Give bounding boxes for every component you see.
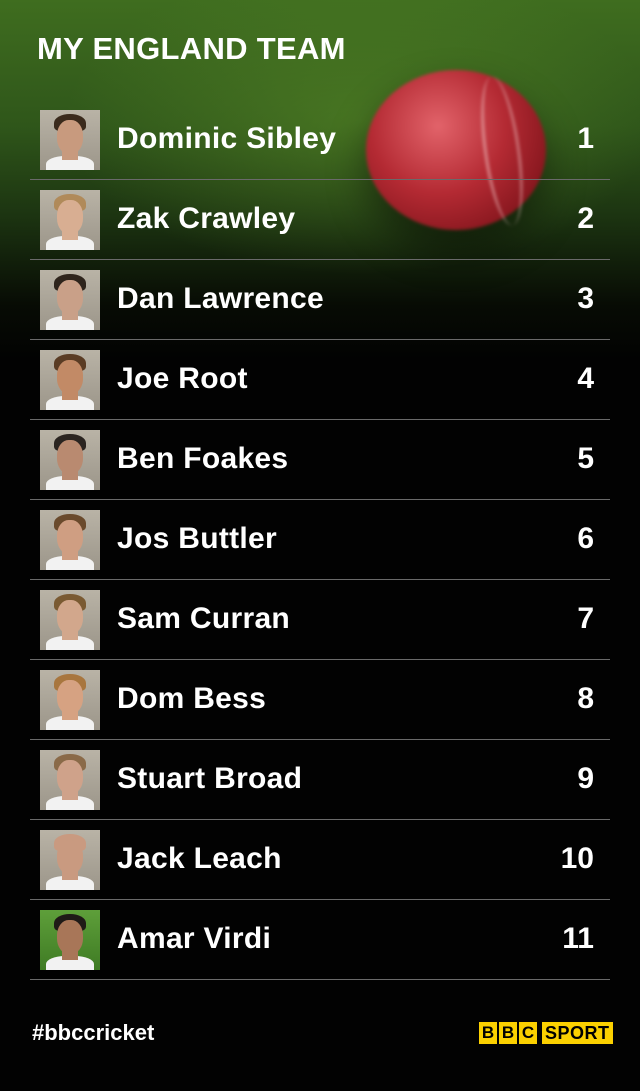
player-photo: [40, 270, 100, 330]
photo-face: [57, 440, 83, 474]
batting-position: 11: [562, 922, 594, 955]
player-row: Jack Leach 10: [30, 820, 610, 900]
player-row: Amar Virdi 11: [30, 900, 610, 980]
logo-letter-c: C: [519, 1022, 537, 1044]
player-photo: [40, 350, 100, 410]
photo-face: [57, 360, 83, 394]
batting-position: 8: [577, 682, 594, 715]
batting-position: 1: [577, 122, 594, 155]
player-name: Jos Buttler: [117, 522, 277, 555]
batting-position: 7: [577, 602, 594, 635]
bbc-sport-logo: B B C SPORT: [479, 1021, 613, 1045]
photo-face: [57, 760, 83, 794]
batting-position: 10: [560, 842, 594, 875]
photo-face: [57, 120, 83, 154]
player-name: Stuart Broad: [117, 762, 303, 795]
player-photo: [40, 830, 100, 890]
player-name: Dan Lawrence: [117, 282, 325, 315]
player-row: Dan Lawrence 3: [30, 260, 610, 340]
logo-letter-b1: B: [479, 1022, 497, 1044]
player-photo: [40, 510, 100, 570]
logo-sport-text: SPORT: [542, 1022, 613, 1044]
photo-face: [57, 520, 83, 554]
photo-face: [57, 680, 83, 714]
batting-position: 5: [577, 442, 594, 475]
photo-face: [57, 600, 83, 634]
photo-face: [57, 840, 83, 874]
player-row: Sam Curran 7: [30, 580, 610, 660]
player-row: Dom Bess 8: [30, 660, 610, 740]
player-row: Dominic Sibley 1: [30, 100, 610, 180]
player-name: Dom Bess: [117, 682, 267, 715]
player-photo: [40, 750, 100, 810]
player-row: Stuart Broad 9: [30, 740, 610, 820]
player-name: Jack Leach: [117, 842, 282, 875]
player-row: Jos Buttler 6: [30, 500, 610, 580]
player-name: Ben Foakes: [117, 442, 289, 475]
batting-position: 9: [577, 762, 594, 795]
player-row: Joe Root 4: [30, 340, 610, 420]
player-name: Dominic Sibley: [117, 122, 337, 155]
player-photo: [40, 430, 100, 490]
player-name: Joe Root: [117, 362, 248, 395]
hashtag-text: #bbccricket: [32, 1020, 155, 1045]
player-row: Zak Crawley 2: [30, 180, 610, 260]
team-graphic: MY ENGLAND TEAM Dominic Sibley 1 Zak Crawl…: [0, 0, 640, 1091]
photo-face: [57, 280, 83, 314]
player-row: Ben Foakes 5: [30, 420, 610, 500]
player-list: Dominic Sibley 1 Zak Crawley 2 Dan Lawrence 3…: [30, 100, 610, 980]
batting-position: 6: [577, 522, 594, 555]
batting-position: 3: [577, 282, 594, 315]
player-photo: [40, 910, 100, 970]
photo-face: [57, 920, 83, 954]
batting-position: 2: [577, 202, 594, 235]
player-photo: [40, 670, 100, 730]
photo-face: [57, 200, 83, 234]
player-photo: [40, 590, 100, 650]
player-photo: [40, 110, 100, 170]
player-name: Sam Curran: [117, 602, 291, 635]
logo-letter-b2: B: [499, 1022, 517, 1044]
batting-position: 4: [577, 362, 594, 395]
player-photo: [40, 190, 100, 250]
player-name: Zak Crawley: [117, 202, 296, 235]
page-title: MY ENGLAND TEAM: [37, 31, 346, 66]
player-name: Amar Virdi: [117, 922, 272, 955]
